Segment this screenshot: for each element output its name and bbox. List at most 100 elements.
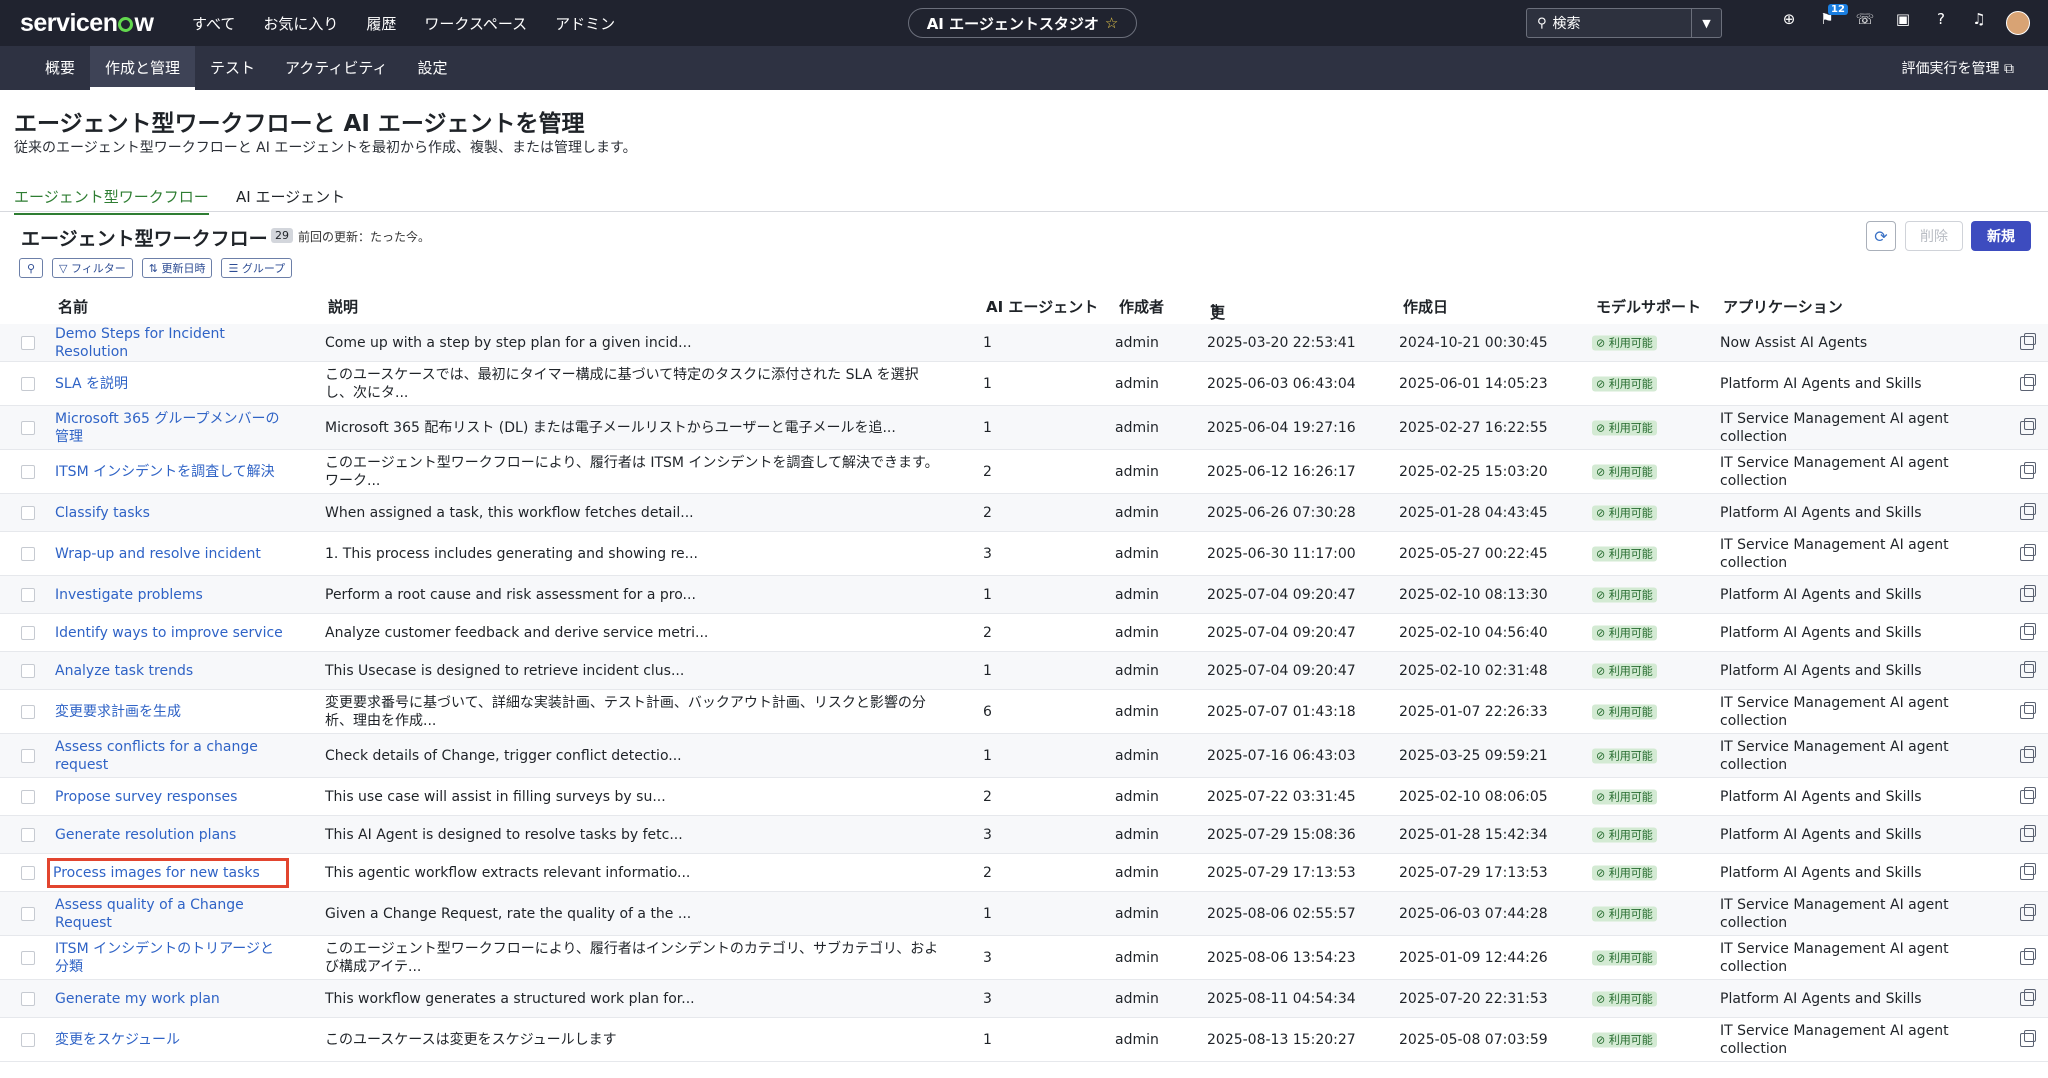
column-application[interactable]: アプリケーション	[1723, 296, 1843, 317]
search-scope-dropdown[interactable]: ▼	[1691, 9, 1721, 37]
avatar[interactable]	[2006, 11, 2030, 35]
copy-icon[interactable]	[2020, 502, 2036, 520]
workflow-name-link[interactable]: Demo Steps for Incident Resolution	[55, 325, 285, 361]
workflow-name-link[interactable]: Generate my work plan	[55, 990, 285, 1008]
nav-favorites[interactable]: お気に入り	[263, 13, 338, 34]
copy-icon[interactable]	[2020, 622, 2036, 640]
row-checkbox[interactable]	[21, 587, 35, 602]
bell-icon[interactable]: ♫	[1960, 10, 1998, 28]
row-checkbox[interactable]	[21, 865, 35, 880]
copy-icon[interactable]	[2020, 947, 2036, 965]
star-icon[interactable]: ☆	[1105, 14, 1118, 32]
copy-icon[interactable]	[2020, 332, 2036, 350]
new-button[interactable]: 新規	[1971, 221, 2031, 251]
column-description[interactable]: 説明	[328, 296, 358, 317]
workflow-name-link[interactable]: SLA を説明	[55, 375, 285, 393]
workflow-name-link[interactable]: Generate resolution plans	[55, 826, 285, 844]
copy-icon[interactable]	[2020, 461, 2036, 479]
nav-workspaces[interactable]: ワークスペース	[424, 13, 527, 34]
workflow-name-link[interactable]: 変更要求計画を生成	[55, 703, 285, 721]
tab-overview[interactable]: 概要	[30, 46, 90, 90]
workflow-name-link[interactable]: Identify ways to improve service	[55, 624, 285, 642]
row-checkbox[interactable]	[21, 546, 35, 561]
table-row[interactable]: ITSM インシデントを調査して解決 このエージェント型ワークフローにより、履行者…	[0, 450, 2048, 494]
globe-icon[interactable]: ⊕	[1770, 10, 1808, 28]
tab-create-manage[interactable]: 作成と管理	[90, 46, 196, 90]
table-row[interactable]: Analyze task trends This Usecase is desig…	[0, 652, 2048, 690]
column-created-by[interactable]: 作成者	[1119, 296, 1164, 317]
nav-admin[interactable]: アドミン	[555, 13, 615, 34]
workflow-name-link[interactable]: 変更をスケジュール	[55, 1031, 285, 1049]
table-row[interactable]: Microsoft 365 グループメンバーの管理 Microsoft 365 配…	[0, 406, 2048, 450]
list-search-button[interactable]: ⚲	[19, 258, 43, 278]
table-row[interactable]: 変更要求計画を生成 変更要求番号に基づいて、詳細な実装計画、テスト計画、バックアウ…	[0, 690, 2048, 734]
group-button[interactable]: ☰ グループ	[221, 258, 293, 278]
table-row[interactable]: Propose survey responses This use case wi…	[0, 778, 2048, 816]
row-checkbox[interactable]	[21, 827, 35, 842]
copy-icon[interactable]	[2020, 786, 2036, 804]
workflow-name-link[interactable]: ITSM インシデントを調査して解決	[55, 463, 285, 481]
copy-icon[interactable]	[2020, 584, 2036, 602]
copy-icon[interactable]	[2020, 988, 2036, 1006]
flag-icon[interactable]: ⚑ 12	[1808, 4, 1848, 28]
copy-icon[interactable]	[2020, 1029, 2036, 1047]
tab-agentic-workflows[interactable]: エージェント型ワークフロー	[14, 186, 209, 215]
table-row[interactable]: SLA を説明 このユースケースでは、最初にタイマー構成に基づいて特定のタスクに添…	[0, 362, 2048, 406]
row-checkbox[interactable]	[21, 950, 35, 965]
workflow-name-link[interactable]: Assess quality of a Change Request	[55, 896, 285, 932]
copy-icon[interactable]	[2020, 824, 2036, 842]
row-checkbox[interactable]	[21, 663, 35, 678]
filter-button[interactable]: ▽ フィルター	[52, 258, 133, 278]
workflow-name-link[interactable]: ITSM インシデントのトリアージと分類	[55, 940, 285, 976]
workflow-name-link[interactable]: Process images for new tasks	[47, 857, 289, 888]
copy-icon[interactable]	[2020, 543, 2036, 561]
row-checkbox[interactable]	[21, 704, 35, 719]
table-row[interactable]: Process images for new tasks This agentic…	[0, 854, 2048, 892]
copy-icon[interactable]	[2020, 745, 2036, 763]
table-row[interactable]: Assess quality of a Change Request Given …	[0, 892, 2048, 936]
column-name[interactable]: 名前	[58, 296, 88, 317]
table-row[interactable]: Investigate problems Perform a root cause…	[0, 576, 2048, 614]
table-row[interactable]: Assess conflicts for a change request Che…	[0, 734, 2048, 778]
row-checkbox[interactable]	[21, 464, 35, 479]
copy-icon[interactable]	[2020, 862, 2036, 880]
row-checkbox[interactable]	[21, 991, 35, 1006]
table-row[interactable]: ITSM インシデントのトリアージと分類 このエージェント型ワークフローにより、履…	[0, 936, 2048, 980]
row-checkbox[interactable]	[21, 1032, 35, 1047]
manage-evaluation-runs-link[interactable]: 評価実行を管理 ⧉	[1902, 58, 2014, 78]
table-row[interactable]: Classify tasks When assigned a task, this…	[0, 494, 2048, 532]
copy-icon[interactable]	[2020, 660, 2036, 678]
table-row[interactable]: Generate resolution plans This AI Agent i…	[0, 816, 2048, 854]
row-checkbox[interactable]	[21, 505, 35, 520]
tab-settings[interactable]: 設定	[403, 46, 463, 90]
global-search[interactable]: ⚲ 検索 ▼	[1526, 8, 1722, 38]
workflow-name-link[interactable]: Wrap-up and resolve incident	[55, 545, 285, 563]
tab-test[interactable]: テスト	[195, 46, 270, 90]
search-input[interactable]: 検索	[1553, 13, 1581, 33]
workflow-name-link[interactable]: Investigate problems	[55, 586, 285, 604]
studio-title-pill[interactable]: AI エージェントスタジオ ☆	[908, 8, 1137, 38]
servicenow-logo[interactable]: servicen w	[20, 9, 170, 38]
chat-icon[interactable]: ☏	[1846, 10, 1884, 28]
table-row[interactable]: Identify ways to improve service Analyze …	[0, 614, 2048, 652]
table-row[interactable]: Generate my work plan This workflow gener…	[0, 980, 2048, 1018]
copy-icon[interactable]	[2020, 701, 2036, 719]
workflow-name-link[interactable]: Assess conflicts for a change request	[55, 738, 285, 774]
nav-history[interactable]: 履歴	[366, 13, 396, 34]
sort-button[interactable]: ⇅ 更新日時	[141, 258, 213, 278]
table-row[interactable]: Demo Steps for Incident Resolution Come u…	[0, 324, 2048, 362]
row-checkbox[interactable]	[21, 906, 35, 921]
row-checkbox[interactable]	[21, 420, 35, 435]
table-row[interactable]: 変更をスケジュール このユースケースは変更をスケジュールします 1 admin 2025…	[0, 1018, 2048, 1062]
refresh-button[interactable]: ⟳	[1866, 221, 1896, 251]
copy-icon[interactable]	[2020, 373, 2036, 391]
copy-icon[interactable]	[2020, 417, 2036, 435]
row-checkbox[interactable]	[21, 789, 35, 804]
workflow-name-link[interactable]: Propose survey responses	[55, 788, 285, 806]
copy-icon[interactable]	[2020, 903, 2036, 921]
tab-ai-agents[interactable]: AI エージェント	[236, 186, 345, 207]
help-icon[interactable]: ?	[1922, 10, 1960, 28]
row-checkbox[interactable]	[21, 335, 35, 350]
screen-icon[interactable]: ▣	[1884, 10, 1922, 28]
nav-all[interactable]: すべて	[192, 13, 235, 34]
